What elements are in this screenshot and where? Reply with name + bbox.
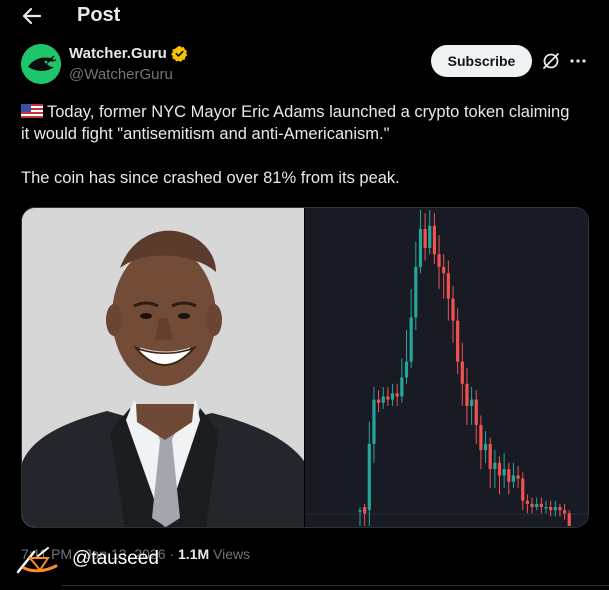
- candle-body: [358, 510, 362, 512]
- more-options-icon[interactable]: [568, 51, 588, 71]
- candle-body: [400, 377, 404, 397]
- views-label: Views: [213, 546, 251, 562]
- candle-body: [414, 266, 418, 318]
- candle-body: [423, 228, 427, 248]
- watermark-logo-icon: [16, 547, 58, 574]
- tweet-paragraph: The coin has since crashed over 81% from…: [21, 167, 581, 189]
- candle-body: [516, 475, 520, 479]
- watermark-text: @tauseed: [72, 548, 159, 569]
- portrait-illustration: [22, 208, 304, 527]
- tweet-paragraph-2: The coin has since crashed over 81% from…: [21, 169, 400, 187]
- divider: [62, 585, 609, 586]
- author-name[interactable]: Watcher.Guru: [69, 45, 167, 62]
- price-chart[interactable]: [305, 208, 588, 527]
- back-arrow-icon[interactable]: [20, 5, 44, 27]
- candle-body: [442, 266, 446, 274]
- candle-body: [549, 507, 553, 511]
- tweet-paragraph-1: Today, former NYC Mayor Eric Adams launc…: [21, 103, 570, 143]
- candle-body: [563, 510, 567, 514]
- author-handle[interactable]: @WatcherGuru: [69, 66, 173, 83]
- candle-body: [502, 469, 506, 476]
- candle-body: [437, 254, 441, 267]
- candle-body: [521, 478, 525, 501]
- candle-body: [367, 443, 371, 511]
- candle-body: [451, 298, 455, 321]
- candle-body: [558, 507, 562, 511]
- tweet-text: Today, former NYC Mayor Eric Adams launc…: [21, 101, 581, 189]
- candle-body: [418, 228, 423, 267]
- portrait-photo[interactable]: [22, 208, 304, 527]
- candle-body: [465, 383, 469, 406]
- candle-body: [372, 399, 376, 444]
- candle-body: [404, 361, 409, 378]
- us-flag-icon: [21, 104, 43, 118]
- candle-body: [432, 225, 436, 255]
- candle-body: [446, 273, 450, 299]
- candle-body: [479, 424, 483, 451]
- tweet-paragraph: Today, former NYC Mayor Eric Adams launc…: [21, 101, 581, 145]
- candle-body: [553, 507, 557, 511]
- page-title: Post: [77, 4, 121, 26]
- candle-body: [409, 317, 413, 362]
- candle-body: [497, 462, 502, 476]
- candle-body: [377, 399, 381, 403]
- candle-body: [567, 513, 571, 526]
- verified-badge-icon: [171, 45, 188, 62]
- avatar[interactable]: [21, 44, 61, 84]
- candle-body: [428, 225, 432, 248]
- candle-body: [386, 396, 390, 400]
- candle-body: [456, 320, 460, 362]
- grok-icon[interactable]: [541, 51, 561, 71]
- candlestick-chart: [305, 210, 588, 526]
- top-bar: Post: [0, 0, 609, 32]
- candle-body: [544, 507, 548, 509]
- candle-body: [474, 399, 478, 425]
- candle-body: [488, 443, 492, 470]
- subscribe-button[interactable]: Subscribe: [431, 45, 532, 77]
- candle-body: [493, 462, 497, 470]
- media-grid: [21, 207, 589, 528]
- candle-body: [507, 469, 511, 482]
- candle-body: [460, 361, 464, 384]
- watcher-guru-logo-icon: [21, 44, 61, 84]
- candle-body: [363, 507, 367, 514]
- views-count: 1.1M: [177, 546, 210, 562]
- candle-body: [525, 500, 529, 504]
- candle-body: [381, 396, 385, 403]
- candle-body: [470, 399, 474, 406]
- candle-body: [530, 503, 534, 508]
- candle-body: [395, 393, 399, 397]
- candle-body: [539, 503, 543, 508]
- candle-body: [390, 393, 395, 400]
- meta-separator: ·: [169, 546, 175, 562]
- candle-body: [535, 503, 539, 508]
- candle-body: [511, 475, 516, 482]
- candle-body: [483, 443, 488, 451]
